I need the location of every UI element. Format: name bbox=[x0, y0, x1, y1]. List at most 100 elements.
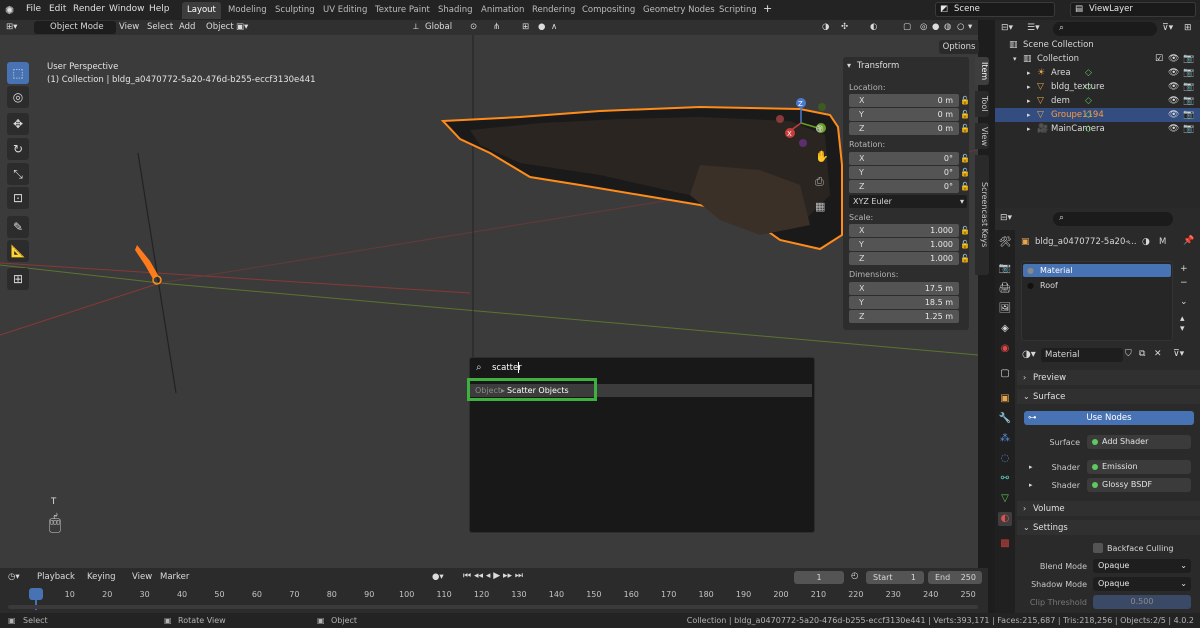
location-x-field[interactable]: X0 m bbox=[849, 94, 959, 107]
properties-search-input[interactable]: ⌕ bbox=[1053, 212, 1173, 226]
eye-icon[interactable]: 👁 bbox=[1168, 52, 1179, 66]
scale-y-field[interactable]: Y 1.000 bbox=[849, 238, 959, 251]
tab-compositing[interactable]: Compositing bbox=[577, 2, 640, 19]
location-y-field[interactable]: Y0 m bbox=[849, 108, 959, 121]
move-down-icon[interactable]: ▾ bbox=[1180, 324, 1185, 334]
orientation-icon[interactable]: ⟂ bbox=[413, 22, 419, 32]
data-icon[interactable]: ◇ bbox=[1085, 108, 1092, 122]
slot-menu-icon[interactable]: ⌄ bbox=[1180, 297, 1188, 307]
filter-icon[interactable]: ⊽▾ bbox=[1173, 349, 1184, 359]
data-tab-icon[interactable]: ▽ bbox=[998, 492, 1012, 506]
pin-icon[interactable]: 📌 bbox=[1183, 236, 1194, 246]
camera-icon[interactable]: 📷 bbox=[1183, 94, 1194, 108]
timeline-scrollbar[interactable] bbox=[8, 605, 978, 609]
gizmo-icon[interactable]: ✣ bbox=[841, 22, 848, 32]
rotation-mode-dropdown[interactable]: XYZ Euler ▾ bbox=[849, 195, 967, 208]
snap-settings-icon[interactable]: ⊞ bbox=[522, 22, 529, 32]
display-mode-icon[interactable]: ☰▾ bbox=[1027, 23, 1040, 33]
rotation-x-field[interactable]: X 0° bbox=[849, 152, 959, 165]
shadow-mode-dropdown[interactable]: Opaque ⌄ bbox=[1093, 577, 1191, 591]
menu-object[interactable]: Object bbox=[206, 22, 234, 32]
material-name-field[interactable]: Material bbox=[1041, 348, 1123, 362]
rendered-shading-icon[interactable]: ○ bbox=[957, 22, 964, 32]
world-tab-icon[interactable]: ◉ bbox=[998, 342, 1012, 356]
material-slot-item[interactable]: ● Material bbox=[1023, 264, 1171, 277]
tab-geometry-nodes[interactable]: Geometry Nodes bbox=[638, 2, 720, 19]
blender-logo-icon[interactable]: ✺ bbox=[5, 4, 14, 17]
outliner-collection[interactable]: ▾ ▥ Collection ☑ 👁 📷 bbox=[995, 52, 1200, 66]
texture-tab-icon[interactable]: ▩ bbox=[998, 537, 1012, 551]
location-z-field[interactable]: Z0 m bbox=[849, 122, 959, 135]
chevron-right-icon[interactable]: ▸ bbox=[1027, 108, 1031, 122]
tab-scripting[interactable]: Scripting bbox=[714, 2, 762, 19]
tab-view[interactable]: View bbox=[975, 123, 989, 149]
cursor-tool-button[interactable]: ◎ bbox=[7, 86, 29, 108]
menu-window[interactable]: Window bbox=[109, 4, 145, 14]
add-workspace-icon[interactable]: + bbox=[763, 2, 772, 15]
xray-icon[interactable]: ▢ bbox=[903, 22, 911, 32]
tab-item[interactable]: Item bbox=[975, 57, 989, 85]
playback-controls-icon[interactable]: ⏮ ◂◂ ◂ ▶ ▸▸ ⏭ bbox=[463, 571, 523, 581]
outliner-item[interactable]: ▸ 🎥 MainCamera ◇ 👁 📷 bbox=[995, 122, 1200, 136]
collapse-arrow-icon[interactable]: ▾ bbox=[847, 61, 851, 70]
menu-render[interactable]: Render bbox=[73, 4, 105, 14]
3d-viewport[interactable]: Z Y X ⊕ ✋ ⎙ ▦ User Perspective (1) Colle… bbox=[0, 35, 978, 568]
data-icon[interactable]: ◇ bbox=[1085, 66, 1092, 80]
properties-editor-icon[interactable]: ⊟▾ bbox=[1000, 213, 1012, 223]
scale-z-field[interactable]: Z 1.000 bbox=[849, 252, 959, 265]
menu-add[interactable]: Add bbox=[179, 22, 195, 32]
new-collection-icon[interactable]: ⊞ bbox=[1184, 23, 1192, 33]
menu-marker[interactable]: Marker bbox=[160, 572, 189, 582]
menu-view[interactable]: View bbox=[119, 22, 139, 32]
options-button[interactable]: Options bbox=[939, 40, 979, 54]
object-type-visibility-icon[interactable]: ▣▾ bbox=[236, 22, 248, 32]
shader1-selector[interactable]: Emission bbox=[1087, 460, 1191, 474]
tab-tool[interactable]: Tool bbox=[975, 91, 989, 117]
material-tab-icon[interactable]: ◐ bbox=[998, 512, 1012, 526]
menu-playback[interactable]: Playback bbox=[37, 572, 75, 582]
view-layer-tab-icon[interactable]: 🖼 bbox=[998, 302, 1012, 316]
orientation-selector[interactable]: Global bbox=[425, 22, 452, 32]
lock-icon[interactable]: 🔓 bbox=[960, 168, 970, 177]
outliner-editor-icon[interactable]: ⊟▾ bbox=[1001, 23, 1013, 33]
tab-shading[interactable]: Shading bbox=[433, 2, 478, 19]
surface-shader-selector[interactable]: Add Shader bbox=[1087, 435, 1191, 449]
lock-icon[interactable]: 🔓 bbox=[960, 226, 970, 235]
wireframe-shading-icon[interactable]: ◎ bbox=[920, 22, 927, 32]
menu-timeline-view[interactable]: View bbox=[132, 572, 152, 582]
camera-icon[interactable]: 📷 bbox=[1183, 66, 1194, 80]
data-icon[interactable]: ◇ bbox=[1085, 94, 1092, 108]
camera-icon[interactable]: 📷 bbox=[1183, 108, 1194, 122]
solid-shading-icon[interactable]: ● bbox=[932, 22, 939, 32]
current-frame-field[interactable]: 1 bbox=[794, 571, 844, 584]
shader2-selector[interactable]: Glossy BSDF bbox=[1087, 478, 1191, 492]
remove-slot-icon[interactable]: − bbox=[1180, 278, 1188, 288]
duplicate-icon[interactable]: ⧉ bbox=[1139, 349, 1145, 359]
collection-tab-icon[interactable]: ▢ bbox=[998, 367, 1012, 381]
lock-icon[interactable]: 🔓 bbox=[960, 182, 970, 191]
modifier-tab-icon[interactable]: 🔧 bbox=[998, 412, 1012, 426]
playhead[interactable] bbox=[29, 588, 43, 600]
tab-animation[interactable]: Animation bbox=[476, 2, 529, 19]
select-tool-button[interactable]: ⬚ bbox=[7, 62, 29, 84]
chevron-right-icon[interactable]: ▸ bbox=[1027, 94, 1031, 108]
fake-user-icon[interactable]: ⛉ bbox=[1125, 349, 1132, 359]
overlays-icon[interactable]: ◐ bbox=[870, 22, 877, 32]
particles-tab-icon[interactable]: ⁂ bbox=[998, 432, 1012, 446]
filter-icon[interactable]: ⊽▾ bbox=[1162, 23, 1173, 33]
tab-modeling[interactable]: Modeling bbox=[223, 2, 272, 19]
proportional-edit-icon[interactable]: ● bbox=[538, 22, 545, 32]
outliner-item[interactable]: ▸ ☀ Area ◇ 👁 📷 bbox=[995, 66, 1200, 80]
scene-selector[interactable]: ◩ Scene bbox=[935, 2, 1055, 17]
snap-icon[interactable]: ⋔ bbox=[493, 22, 500, 32]
menu-edit[interactable]: Edit bbox=[49, 4, 66, 14]
unlink-icon[interactable]: ✕ bbox=[1154, 349, 1162, 359]
outliner-scene-collection[interactable]: ▥ Scene Collection bbox=[995, 38, 1200, 52]
dimension-x-field[interactable]: X 17.5 m bbox=[849, 282, 959, 295]
record-icon[interactable]: ●▾ bbox=[432, 572, 444, 582]
menu-help[interactable]: Help bbox=[149, 4, 170, 14]
camera-icon[interactable]: 📷 bbox=[1183, 52, 1194, 66]
lock-icon[interactable]: 🔓 bbox=[960, 96, 970, 105]
start-frame-field[interactable]: Start 1 bbox=[866, 571, 924, 584]
lock-icon[interactable]: 🔓 bbox=[960, 254, 970, 263]
